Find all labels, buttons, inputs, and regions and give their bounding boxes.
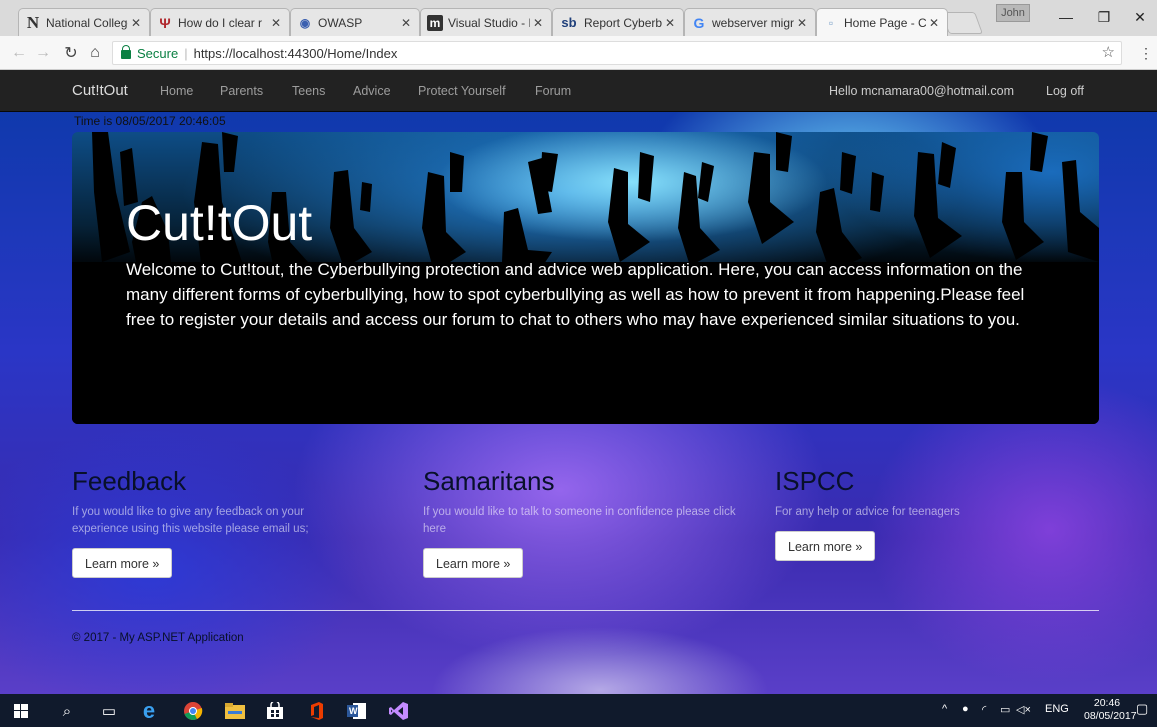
tab-close-icon[interactable]: ✕ <box>533 16 545 30</box>
minimize-icon[interactable]: — <box>1046 4 1086 30</box>
visual-studio-icon[interactable] <box>386 698 412 724</box>
logoff-link[interactable]: Log off <box>1046 84 1084 98</box>
bookmark-star-icon[interactable]: ☆ <box>1102 43 1115 61</box>
tab-label: OWASP <box>318 15 363 30</box>
samaritans-heading: Samaritans <box>423 466 555 496</box>
secure-label: Secure <box>137 45 179 61</box>
feedback-learn-more-button[interactable]: Learn more » <box>72 548 173 578</box>
page-viewport: Cut!tOut Home Parents Teens Advice Prote… <box>0 70 1157 694</box>
nav-parents[interactable]: Parents <box>220 84 263 98</box>
samaritans-learn-more-button[interactable]: Learn more » <box>423 548 524 578</box>
tab-label: Visual Studio - H <box>448 15 530 30</box>
feedback-heading: Feedback <box>72 466 187 496</box>
taskbar-clock[interactable]: 20:46 08/05/2017 <box>1084 697 1137 723</box>
nav-home[interactable]: Home <box>160 84 193 98</box>
word-icon[interactable]: W <box>344 698 370 724</box>
ispcc-text: For any help or advice for teenagers <box>775 506 960 518</box>
battery-icon[interactable]: ▭ <box>1000 703 1010 716</box>
ispcc-learn-more-button[interactable]: Learn more » <box>775 531 876 561</box>
store-icon[interactable] <box>262 698 288 724</box>
url-text: https://localhost:44300/Home/Index <box>193 45 398 61</box>
edge-icon[interactable]: e <box>136 698 162 724</box>
tab-close-icon[interactable]: ✕ <box>665 16 677 30</box>
tab-close-icon[interactable]: ✕ <box>271 16 283 30</box>
language-indicator[interactable]: ENG <box>1045 703 1069 715</box>
home-icon[interactable]: ⌂ <box>84 42 106 64</box>
site-brand-link[interactable]: Cut!tOut <box>72 82 128 99</box>
page-favicon-icon: ▫ <box>828 15 834 30</box>
reload-icon[interactable]: ↻ <box>60 42 82 64</box>
server-time: Time is 08/05/2017 20:46:05 <box>74 114 226 128</box>
tab-how-do-i-clear[interactable]: Ψ How do I clear r ✕ <box>150 8 290 36</box>
tab-label: Home Page - Cu <box>844 15 926 30</box>
nav-teens[interactable]: Teens <box>292 84 325 98</box>
national-college-favicon-icon: N <box>26 12 40 32</box>
url-separator: | <box>184 45 188 61</box>
nav-protect-yourself[interactable]: Protect Yourself <box>418 84 506 98</box>
browser-menu-icon[interactable]: ⋮ <box>1138 42 1154 64</box>
hero-title: Cut!tOut <box>126 195 313 251</box>
clock-time: 20:46 <box>1093 697 1121 709</box>
profile-button[interactable]: John <box>996 4 1030 22</box>
feedback-column: Feedback If you would like to give any f… <box>72 466 412 578</box>
tab-label: webserver migr <box>712 15 794 30</box>
tab-label: National College <box>46 15 128 30</box>
search-icon[interactable]: ⌕ <box>54 698 80 724</box>
sb-favicon-icon: sb <box>561 15 577 30</box>
address-bar[interactable]: Secure | https://localhost:44300/Home/In… <box>112 41 1122 65</box>
close-window-icon[interactable]: ✕ <box>1120 4 1157 30</box>
samaritans-column: Samaritans If you would like to talk to … <box>423 466 763 578</box>
tab-close-icon[interactable]: ✕ <box>401 16 413 30</box>
browser-toolbar: ← → ↻ ⌂ Secure | https://localhost:44300… <box>0 36 1157 70</box>
wifi-icon[interactable]: ◜ <box>982 703 986 716</box>
tab-report-cyberbullying[interactable]: sb Report Cyberbu ✕ <box>552 8 684 36</box>
lock-icon <box>121 44 131 59</box>
hero-banner: Cut!tOut Welcome to Cut!tout, the Cyberb… <box>72 132 1099 424</box>
tab-owasp[interactable]: ◉ OWASP ✕ <box>290 8 420 36</box>
tab-close-icon[interactable]: ✕ <box>131 16 143 30</box>
volume-icon[interactable]: ◁× <box>1016 703 1031 716</box>
back-arrow-icon[interactable]: ← <box>8 42 30 64</box>
ispcc-heading: ISPCC <box>775 466 855 496</box>
footer-copyright: © 2017 - My ASP.NET Application <box>72 632 244 644</box>
network-app-icon[interactable]: ● <box>962 703 969 715</box>
samaritans-text: If you would like to talk to someone in … <box>423 506 736 535</box>
tab-favicon-icon: Ψ <box>159 14 171 31</box>
tab-national-college[interactable]: N National College ✕ <box>18 8 150 36</box>
tab-label: Report Cyberbu <box>584 15 662 30</box>
hero-description: Welcome to Cut!tout, the Cyberbullying p… <box>126 260 1025 329</box>
tab-close-icon[interactable]: ✕ <box>797 16 809 30</box>
tab-label: How do I clear r <box>178 15 263 30</box>
user-greeting-link[interactable]: Hello mcnamara00@hotmail.com <box>829 84 1014 98</box>
tab-webserver-migration[interactable]: G webserver migr ✕ <box>684 8 816 36</box>
svg-text:W: W <box>349 706 358 716</box>
clock-date: 08/05/2017 <box>1084 710 1137 722</box>
show-hidden-icons-icon[interactable]: ^ <box>942 703 947 715</box>
feedback-text: If you would like to give any feedback o… <box>72 506 309 535</box>
task-view-icon[interactable]: ▭ <box>96 698 122 724</box>
tab-strip: N National College ✕ Ψ How do I clear r … <box>0 0 1157 36</box>
forward-arrow-icon[interactable]: → <box>32 42 54 64</box>
visual-studio-favicon-icon: m <box>427 14 443 31</box>
footer-divider <box>72 610 1099 611</box>
office-icon[interactable] <box>304 698 330 724</box>
ispcc-column: ISPCC For any help or advice for teenage… <box>775 466 1115 561</box>
action-center-icon[interactable]: ▢ <box>1136 701 1148 717</box>
nav-advice[interactable]: Advice <box>353 84 391 98</box>
windows-start-icon[interactable] <box>8 698 34 724</box>
chrome-icon[interactable] <box>180 698 206 724</box>
restore-icon[interactable]: ❐ <box>1084 4 1124 30</box>
google-favicon-icon: G <box>693 14 705 31</box>
tab-close-icon[interactable]: ✕ <box>929 16 941 30</box>
tab-home-page[interactable]: ▫ Home Page - Cu ✕ <box>816 8 948 36</box>
site-navbar: Cut!tOut Home Parents Teens Advice Prote… <box>0 70 1157 112</box>
windows-taskbar: ⌕ ▭ e W ^ ● ◜ ▭ ◁× ENG 20:46 08/05/2017 … <box>0 694 1157 727</box>
tab-visual-studio[interactable]: m Visual Studio - H ✕ <box>420 8 552 36</box>
file-explorer-icon[interactable] <box>222 698 248 724</box>
owasp-favicon-icon: ◉ <box>299 15 311 30</box>
nav-forum[interactable]: Forum <box>535 84 571 98</box>
